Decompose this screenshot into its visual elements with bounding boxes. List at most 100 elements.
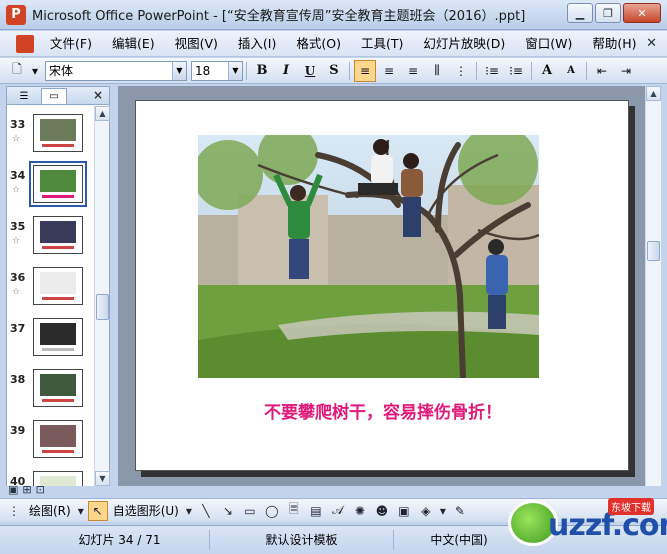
menu-insert[interactable]: 插入(I) [228,32,286,56]
slide-number-label: 38 [10,373,26,386]
slide-thumbnail-row[interactable]: 35 ☆ [7,216,95,266]
align-left-icon[interactable]: ≡ [354,59,376,82]
current-slide[interactable]: 不要攀爬树干，容易摔伤骨折！ [135,100,629,471]
close-button[interactable]: ✕ [623,3,661,23]
bold-button[interactable]: B [251,60,273,82]
slide-thumbnail-row[interactable]: 33 ☆ [7,114,95,164]
columns-icon[interactable]: ⋮ [450,60,472,82]
scroll-down-icon[interactable]: ▼ [95,471,110,486]
slide-thumbnail-row[interactable]: 37 [7,318,95,368]
slide-thumbnail[interactable] [33,114,83,152]
grow-font-button[interactable]: A [536,60,558,82]
slide-thumbnail[interactable] [29,161,87,207]
slide-thumbnail[interactable] [33,267,83,305]
chevron-down-icon[interactable]: ▼ [172,61,186,80]
arrow-icon[interactable]: ↘ [218,501,238,521]
slide-thumbnail-row[interactable]: 39 [7,420,95,470]
menu-format[interactable]: 格式(O) [286,32,351,56]
distribute-icon[interactable]: ⫼ [426,60,448,82]
view-buttons: ▣ ⊞ ⊡ [8,483,45,496]
slide-number-label: 37 [10,322,26,335]
line-icon[interactable]: ╲ [196,501,216,521]
slide-thumbnail[interactable] [33,318,83,356]
menu-window[interactable]: 窗口(W) [515,32,582,56]
separator [246,61,247,80]
menu-tools[interactable]: 工具(T) [351,32,413,56]
shadow-button[interactable]: S [323,60,345,82]
rectangle-icon[interactable]: ▭ [240,501,260,521]
slides-tab[interactable]: ▭ [41,88,67,104]
menu-edit[interactable]: 编辑(E) [102,32,165,56]
scroll-thumb[interactable] [96,294,109,320]
font-name-select[interactable]: 宋体 ▼ [45,60,187,81]
scroll-thumb[interactable] [647,241,660,261]
separator [531,61,532,80]
title-bar: P Microsoft Office PowerPoint - [“安全教育宣传… [0,0,667,30]
picture-icon[interactable]: ▣ [394,501,414,521]
menu-bar: 文件(F) 编辑(E) 视图(V) 插入(I) 格式(O) 工具(T) 幻灯片放… [0,31,667,57]
close-pane-icon[interactable]: × [93,88,103,102]
close-document-icon[interactable]: ✕ [646,36,657,51]
wordart-icon[interactable]: 𝒜 [328,501,348,521]
slide-thumbnail[interactable] [33,420,83,458]
increase-indent-icon[interactable]: ⇥ [615,60,637,82]
bullets-icon[interactable]: ⁝≡ [505,60,527,82]
line-color-icon[interactable]: ✎ [450,501,470,521]
slide-scrollbar[interactable]: ▲ [645,86,661,486]
separator [349,61,350,80]
outline-tab[interactable]: ☰ [11,88,37,104]
autoshapes-menu-button[interactable]: 自选图形(U) [109,502,183,519]
new-slide-icon[interactable]: 🗋 [6,60,28,82]
powerpoint-icon[interactable]: P [6,4,26,25]
window-title: Microsoft Office PowerPoint - [“安全教育宣传周”… [32,9,526,24]
thumbnail-list: 33 ☆ 34 ☆ 35 ☆ 36 ☆ 37 38 39 40 [7,106,95,486]
slide-thumbnail-row[interactable]: 36 ☆ [7,267,95,317]
menu-slideshow[interactable]: 幻灯片放映(D) [413,32,515,56]
slideshow-view-icon[interactable]: ⊡ [36,483,45,496]
numbering-icon[interactable]: ⁝≡ [481,60,503,82]
slide-photo[interactable] [198,135,539,378]
decrease-indent-icon[interactable]: ⇤ [591,60,613,82]
menu-view[interactable]: 视图(V) [165,32,228,56]
design-template-status[interactable]: 默认设计模板 [210,530,394,550]
shrink-font-button[interactable]: A [560,60,582,82]
slide-caption[interactable]: 不要攀爬树干，容易摔伤骨折！ [136,398,630,423]
grip-icon: ⋮ [8,503,20,518]
slide-sorter-icon[interactable]: ⊞ [22,483,31,496]
diagram-icon[interactable]: ✺ [350,501,370,521]
menu-file[interactable]: 文件(F) [40,32,102,56]
italic-button[interactable]: I [275,60,297,82]
pane-tabs: ☰ ▭ × [7,87,109,105]
clipart-icon[interactable]: ☻ [372,501,392,521]
slide-number-label: 33 [10,118,26,131]
minimize-button[interactable]: ▁ [567,3,593,23]
align-center-icon[interactable]: ≡ [378,60,400,82]
chevron-down-icon[interactable]: ▾ [438,501,448,521]
chevron-down-icon[interactable]: ▾ [184,501,194,521]
align-right-icon[interactable]: ≡ [402,60,424,82]
oval-icon[interactable]: ◯ [262,501,282,521]
slide-thumbnail-row[interactable]: 38 [7,369,95,419]
select-pointer-icon[interactable]: ↖ [87,500,108,521]
chevron-down-icon[interactable]: ▼ [228,61,242,80]
document-icon[interactable] [16,34,34,53]
thumbnail-scrollbar[interactable]: ▲ ▼ [94,106,110,486]
slide-thumbnail[interactable] [33,369,83,407]
animation-star-icon: ☆ [12,287,21,297]
fill-color-icon[interactable]: ◈ [416,501,436,521]
restore-button[interactable]: ❐ [595,3,621,23]
vertical-textbox-icon[interactable]: ▤ [306,501,326,521]
slide-thumbnail[interactable] [33,216,83,254]
scroll-up-icon[interactable]: ▲ [646,86,661,101]
normal-view-icon[interactable]: ▣ [8,483,18,496]
slide-thumbnail-row[interactable]: 34 ☆ [7,161,95,215]
draw-menu-button[interactable]: 绘图(R) [25,502,75,519]
chevron-down-icon[interactable]: ▾ [76,501,86,521]
toolbar-options-icon[interactable]: ▾ [30,60,40,82]
font-size-select[interactable]: 18 ▼ [191,60,243,81]
scroll-up-icon[interactable]: ▲ [95,106,110,121]
menu-help[interactable]: 帮助(H) [582,32,646,56]
watermark-badge: 东坡下载 [608,498,654,515]
textbox-icon[interactable]: 🗏 [284,501,304,521]
underline-button[interactable]: U [299,60,321,82]
